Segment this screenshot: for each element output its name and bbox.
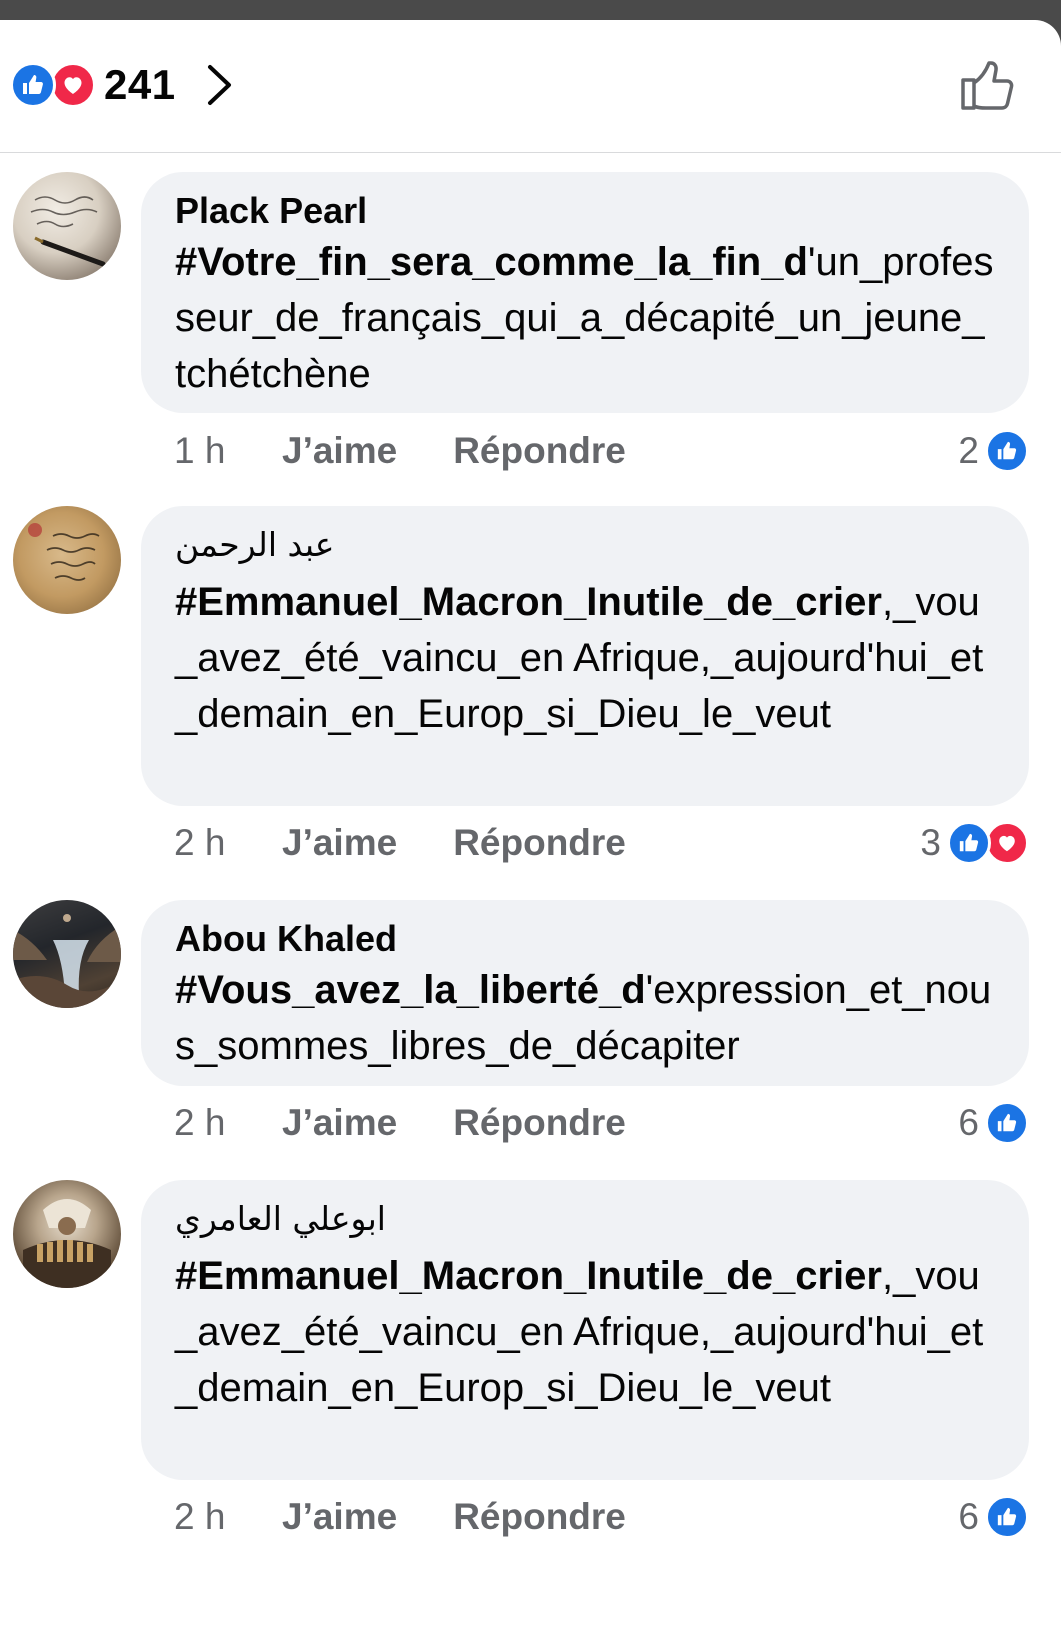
like-icon (985, 429, 1029, 473)
like-icon (985, 1495, 1029, 1539)
comment-actions: 2 h J’aime Répondre (174, 1098, 682, 1148)
reply-action-button[interactable]: Répondre (453, 822, 626, 864)
comment-text: #Emmanuel_Macron_Inutile_de_crier,_vou_a… (175, 1248, 995, 1416)
reply-action-button[interactable]: Répondre (453, 1496, 626, 1538)
comment-reactions[interactable]: 6 (958, 1098, 1029, 1148)
like-icon (985, 1101, 1029, 1145)
comment-author[interactable]: Abou Khaled (175, 916, 995, 962)
thumbs-up-outline-icon[interactable] (959, 56, 1017, 114)
comment-actions: 1 h J’aime Répondre (174, 426, 682, 476)
comment-author[interactable]: Plack Pearl (175, 188, 995, 234)
like-action-button[interactable]: J’aime (282, 1496, 397, 1538)
like-icon (947, 821, 991, 865)
reaction-count: 6 (958, 1102, 979, 1143)
reactions-header: 241 (0, 20, 1061, 153)
comment-time: 2 h (174, 822, 226, 863)
avatar[interactable] (13, 172, 121, 280)
reactions-summary[interactable]: 241 (10, 61, 236, 108)
comment-reactions[interactable]: 2 (958, 426, 1029, 476)
reply-action-button[interactable]: Répondre (453, 1102, 626, 1144)
comment-hashtag[interactable]: #Votre_fin_sera_comme_la_fin_d (175, 240, 808, 284)
comment-text: #Emmanuel_Macron_Inutile_de_crier,_vou_a… (175, 574, 995, 742)
chevron-right-icon (207, 65, 231, 105)
comment-actions: 2 h J’aime Répondre (174, 1492, 682, 1542)
comment-hashtag[interactable]: #Emmanuel_Macron_Inutile_de_crier (175, 580, 882, 624)
reaction-count: 2 (958, 430, 979, 471)
like-icon (10, 62, 56, 108)
comment-hashtag[interactable]: #Vous_avez_la_liberté_d (175, 968, 646, 1012)
love-icon (50, 62, 96, 108)
love-icon (985, 821, 1029, 865)
comment-author[interactable]: عبد الرحمن (175, 522, 995, 568)
comment-bubble[interactable]: عبد الرحمن #Emmanuel_Macron_Inutile_de_c… (141, 506, 1029, 806)
comment-reactions[interactable]: 3 (920, 818, 1029, 868)
like-action-button[interactable]: J’aime (282, 822, 397, 864)
reaction-count: 3 (920, 822, 941, 863)
comments-sheet: 241 Plack Pearl #Votre_fin_sera_comme_la… (0, 20, 1061, 1642)
like-action-button[interactable]: J’aime (282, 430, 397, 472)
avatar[interactable] (13, 1180, 121, 1288)
comment-time: 2 h (174, 1102, 226, 1143)
comment-time: 2 h (174, 1496, 226, 1537)
comment-text: #Votre_fin_sera_comme_la_fin_d'un_profes… (175, 234, 995, 402)
reaction-total-count: 241 (104, 61, 176, 108)
like-action-button[interactable]: J’aime (282, 1102, 397, 1144)
comment-hashtag[interactable]: #Emmanuel_Macron_Inutile_de_crier (175, 1254, 882, 1298)
avatar[interactable] (13, 900, 121, 1008)
reaction-count: 6 (958, 1496, 979, 1537)
comment-bubble[interactable]: Abou Khaled #Vous_avez_la_liberté_d'expr… (141, 900, 1029, 1086)
comment-bubble[interactable]: Plack Pearl #Votre_fin_sera_comme_la_fin… (141, 172, 1029, 413)
comment-actions: 2 h J’aime Répondre (174, 818, 682, 868)
comment-time: 1 h (174, 430, 226, 471)
comment-text: #Vous_avez_la_liberté_d'expression_et_no… (175, 962, 995, 1074)
comment-bubble[interactable]: ابوعلي العامري #Emmanuel_Macron_Inutile_… (141, 1180, 1029, 1480)
avatar[interactable] (13, 506, 121, 614)
reply-action-button[interactable]: Répondre (453, 430, 626, 472)
comment-author[interactable]: ابوعلي العامري (175, 1196, 995, 1242)
comment-reactions[interactable]: 6 (958, 1492, 1029, 1542)
